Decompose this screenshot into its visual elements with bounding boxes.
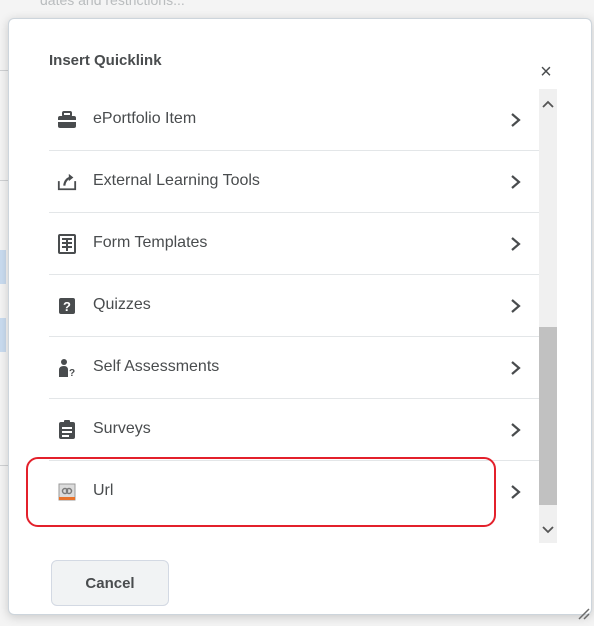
- dialog-title: Insert Quicklink: [49, 52, 162, 69]
- close-button[interactable]: ×: [533, 59, 559, 85]
- chevron-right-icon: [509, 297, 523, 315]
- briefcase-icon: [57, 110, 77, 130]
- list-item-label: Self Assessments: [93, 358, 220, 375]
- survey-icon: [57, 420, 77, 440]
- form-template-icon: [57, 234, 77, 254]
- insert-quicklink-dialog: Insert Quicklink × ePortfolio Item Exter…: [8, 18, 592, 620]
- url-icon: [57, 482, 77, 502]
- list-item-label: Url: [93, 482, 114, 499]
- list-item-surveys[interactable]: Surveys: [49, 399, 539, 461]
- list-item-quizzes[interactable]: ? Quizzes: [49, 275, 539, 337]
- list-item-label: Form Templates: [93, 234, 208, 251]
- chevron-right-icon: [509, 483, 523, 501]
- list-item-eportfolio-item[interactable]: ePortfolio Item: [49, 89, 539, 151]
- list-scrollbar[interactable]: [539, 89, 557, 543]
- scroll-up-arrow-icon[interactable]: [539, 95, 557, 113]
- list-item-label: Surveys: [93, 420, 151, 437]
- quiz-icon: ?: [57, 296, 77, 316]
- background-divider: [0, 180, 8, 181]
- chevron-right-icon: [509, 111, 523, 129]
- external-tool-icon: [57, 172, 77, 192]
- background-page-text: dates and restrictions...: [40, 0, 185, 8]
- svg-text:?: ?: [69, 368, 75, 378]
- list-item-form-templates[interactable]: Form Templates: [49, 213, 539, 275]
- list-item-label: Quizzes: [93, 296, 151, 313]
- list-item-self-assessments[interactable]: ? Self Assessments: [49, 337, 539, 399]
- chevron-right-icon: [509, 173, 523, 191]
- svg-text:?: ?: [63, 299, 71, 314]
- background-selection-stripe: [0, 318, 6, 352]
- scrollbar-thumb[interactable]: [539, 327, 557, 505]
- chevron-right-icon: [509, 421, 523, 439]
- chevron-right-icon: [509, 359, 523, 377]
- list-item-external-learning-tools[interactable]: External Learning Tools: [49, 151, 539, 213]
- chevron-right-icon: [509, 235, 523, 253]
- list-item-label: External Learning Tools: [93, 172, 260, 189]
- self-assessment-icon: ?: [57, 358, 77, 378]
- background-selection-stripe: [0, 250, 6, 284]
- background-divider: [0, 465, 8, 466]
- cancel-button[interactable]: Cancel: [51, 560, 169, 606]
- background-divider: [0, 70, 8, 71]
- quicklink-type-list: ePortfolio Item External Learning Tools …: [49, 89, 539, 543]
- list-item-label: ePortfolio Item: [93, 110, 197, 127]
- list-item-url[interactable]: Url: [49, 461, 539, 523]
- scroll-down-arrow-icon[interactable]: [539, 521, 557, 539]
- resize-grip-icon[interactable]: [575, 605, 591, 621]
